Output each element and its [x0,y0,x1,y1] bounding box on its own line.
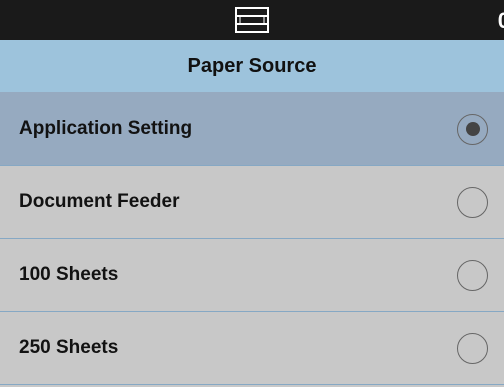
radio-selected-icon[interactable] [457,113,488,145]
option-label: 250 Sheets [19,337,119,358]
option-label: 100 Sheets [19,264,119,285]
radio-unselected-icon[interactable] [457,187,488,218]
option-250-sheets[interactable]: 250 Sheets [0,312,504,385]
page-title: Paper Source [0,40,504,92]
radio-unselected-icon[interactable] [457,333,488,364]
option-label: Document Feeder [19,191,180,212]
top-status-bar: 0 [0,0,504,40]
paper-source-list: Application Setting Document Feeder 100 … [0,92,504,385]
printer-icon[interactable] [234,6,270,34]
option-document-feeder[interactable]: Document Feeder [0,166,504,239]
option-label: Application Setting [19,117,193,139]
radio-dot [465,122,480,136]
option-100-sheets[interactable]: 100 Sheets [0,239,504,312]
radio-unselected-icon[interactable] [457,260,488,291]
option-application-setting[interactable]: Application Setting [0,92,504,166]
status-corner-text: 0 [497,8,504,33]
